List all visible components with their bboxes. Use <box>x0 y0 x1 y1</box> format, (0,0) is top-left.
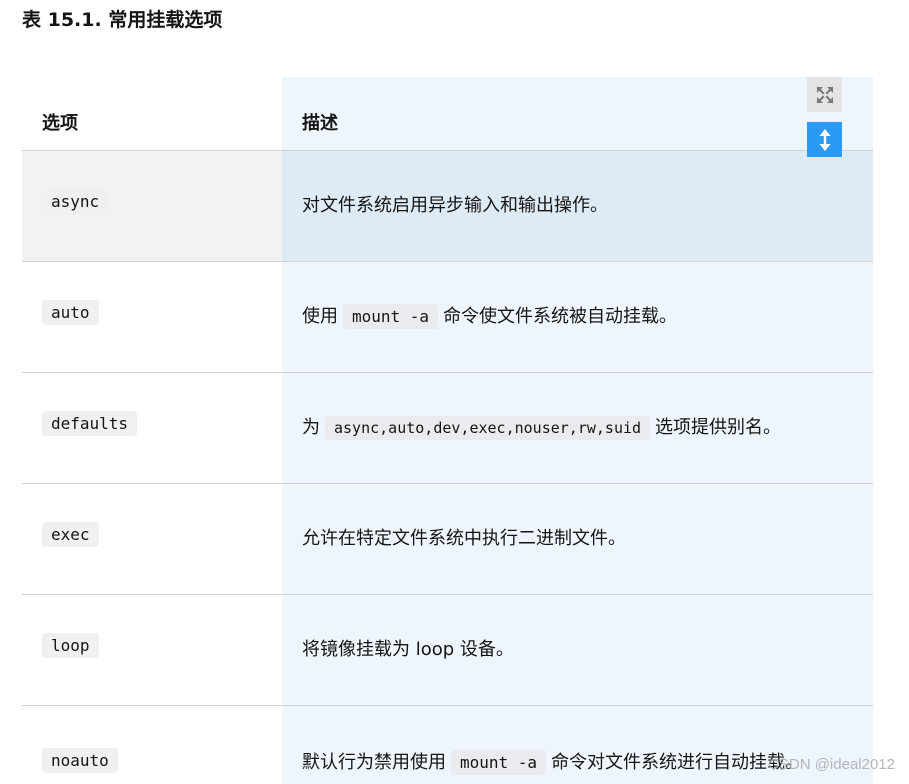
option-cell: async <box>42 189 109 214</box>
table-header-row: 选项 描述 <box>22 77 873 151</box>
mount-options-table: 选项 描述 async 对文件系统启用异步输入和输出操作。 auto 使用 mou… <box>22 77 873 784</box>
description-text: 命令使文件系统被自动挂载。 <box>443 306 678 327</box>
header-option: 选项 <box>42 113 78 134</box>
option-cell: noauto <box>42 748 118 773</box>
option-cell: loop <box>42 633 99 658</box>
description-text: 将镜像挂载为 loop 设备。 <box>302 639 514 660</box>
description-text: 允许在特定文件系统中执行二进制文件。 <box>302 528 626 549</box>
description-cell: 使用 mount -a 命令使文件系统被自动挂载。 <box>302 303 677 331</box>
description-cell: 允许在特定文件系统中执行二进制文件。 <box>302 525 626 553</box>
toggle-height-button[interactable] <box>807 122 842 157</box>
option-code: noauto <box>42 748 118 773</box>
vertical-resize-icon <box>819 128 830 151</box>
table-row: async 对文件系统启用异步输入和输出操作。 <box>22 151 873 262</box>
table-row: exec 允许在特定文件系统中执行二进制文件。 <box>22 484 873 595</box>
option-code: exec <box>42 522 99 547</box>
description-text: 命令对文件系统进行自动挂载。 <box>551 752 804 773</box>
table-row: defaults 为 async,auto,dev,exec,nouser,rw,… <box>22 373 873 484</box>
option-code: auto <box>42 300 99 325</box>
option-cell: defaults <box>42 411 138 436</box>
table-row: auto 使用 mount -a 命令使文件系统被自动挂载。 <box>22 262 873 373</box>
description-text: 选项提供别名。 <box>655 417 782 438</box>
description-cell: 将镜像挂载为 loop 设备。 <box>302 636 514 664</box>
option-cell: exec <box>42 522 99 547</box>
description-cell: 默认行为禁用使用 mount -a 命令对文件系统进行自动挂载。 <box>302 749 803 777</box>
option-code: defaults <box>42 411 138 436</box>
description-code: mount -a <box>451 750 547 775</box>
table-row: noauto 默认行为禁用使用 mount -a 命令对文件系统进行自动挂载。 <box>22 706 873 784</box>
description-text: 默认行为禁用使用 <box>302 752 446 773</box>
option-cell: auto <box>42 300 99 325</box>
table-caption: 表 15.1. 常用挂载选项 <box>22 9 223 31</box>
expand-arrows-icon <box>815 85 834 104</box>
table-row: loop 将镜像挂载为 loop 设备。 <box>22 595 873 706</box>
watermark: CSDN @ideal2012 <box>768 756 895 773</box>
description-cell: 对文件系统启用异步输入和输出操作。 <box>302 192 608 220</box>
description-code: async,auto,dev,exec,nouser,rw,suid <box>325 416 651 440</box>
option-code: loop <box>42 633 99 658</box>
description-code: mount -a <box>343 304 439 329</box>
description-text: 使用 <box>302 306 338 327</box>
header-description: 描述 <box>302 113 338 134</box>
description-cell: 为 async,auto,dev,exec,nouser,rw,suid 选项提供别… <box>302 414 781 442</box>
description-text: 为 <box>302 417 320 438</box>
expand-table-button[interactable] <box>807 77 842 112</box>
description-text: 对文件系统启用异步输入和输出操作。 <box>302 195 608 216</box>
option-code: async <box>42 189 109 214</box>
